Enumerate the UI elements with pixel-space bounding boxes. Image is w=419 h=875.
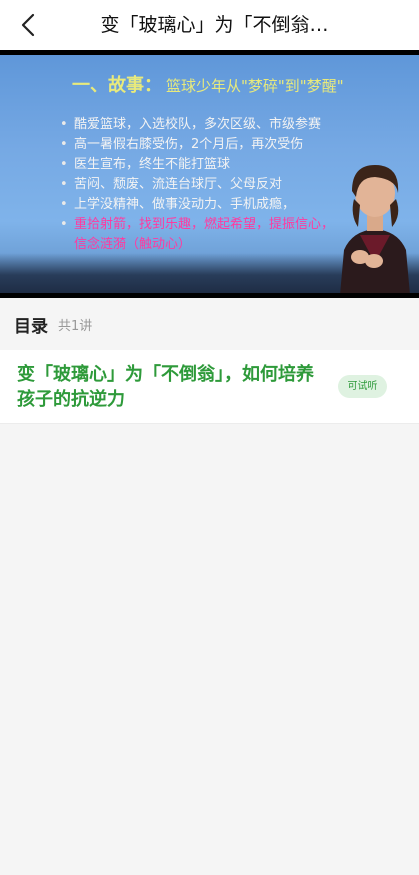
lesson-count: 共1讲: [58, 319, 93, 334]
slide-bullet: 医生宣布，终生不能打篮球: [60, 155, 360, 175]
catalog-title: 目录: [14, 317, 48, 337]
video-player[interactable]: 一、故事：篮球少年从"梦碎"到"梦醒" 酷爱篮球，入选校队，多次区级、市级参赛 …: [0, 50, 419, 298]
slide-bullet-highlight: 重拾射箭，找到乐趣，燃起希望，提振信心，: [60, 215, 360, 235]
trial-listen-badge[interactable]: 可试听: [338, 375, 387, 398]
slide-heading-prefix: 一、故事：: [72, 75, 162, 96]
slide-bullet: 高一暑假右膝受伤，2个月后，再次受伤: [60, 135, 360, 155]
video-frame[interactable]: 一、故事：篮球少年从"梦碎"到"梦醒" 酷爱篮球，入选校队，多次区级、市级参赛 …: [0, 55, 419, 293]
slide-bullet-list: 酷爱篮球，入选校队，多次区级、市级参赛 高一暑假右膝受伤，2个月后，再次受伤 医…: [60, 115, 360, 255]
lesson-title: 变「玻璃心」为「不倒翁」，如何培养孩子的抗逆力: [17, 364, 314, 410]
top-nav-bar: 变「玻璃心」为「不倒翁…: [0, 0, 419, 50]
slide-heading: 一、故事： 篮球少年从"梦碎"到"梦醒": [72, 71, 344, 97]
slide-bullet: 苦闷、颓废、流连台球厅、父母反对: [60, 175, 360, 195]
back-arrow-icon[interactable]: [14, 10, 44, 40]
slide-heading-text: 篮球少年从"梦碎"到"梦醒": [166, 77, 344, 95]
page-title: 变「玻璃心」为「不倒翁…: [100, 14, 329, 36]
slide-bullet-highlight-cont: 信念涟漪（触动心）: [74, 237, 192, 252]
slide-bullet: 酷爱篮球，入选校队，多次区级、市级参赛: [60, 115, 360, 135]
empty-content-area: [0, 424, 419, 875]
slide-bullet: 上学没精神、做事没动力、手机成瘾，: [60, 195, 360, 215]
catalog-header: 目录 共1讲: [0, 298, 419, 350]
presenter-figure: [330, 145, 419, 293]
